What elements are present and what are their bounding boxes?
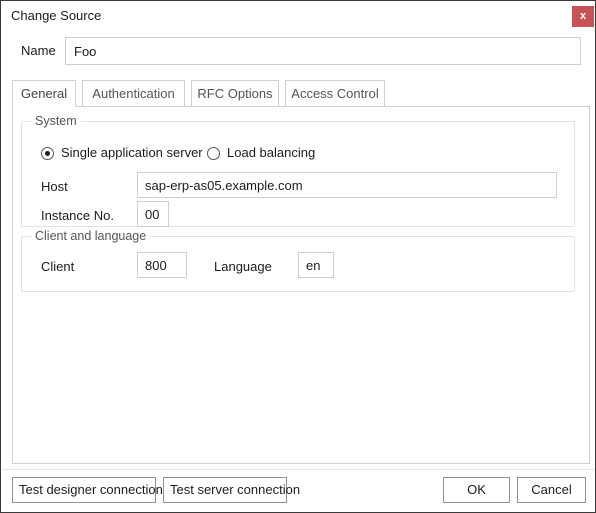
radio-indicator-load-balancing (207, 146, 220, 160)
system-group-title: System (31, 114, 81, 129)
radio-load-balancing[interactable]: Load balancing (207, 145, 315, 161)
tab-strip: General Authentication RFC Options Acces… (12, 80, 590, 107)
host-input[interactable] (137, 172, 557, 198)
radio-single-application-server[interactable]: Single application server (41, 145, 203, 161)
instance-no-input[interactable] (137, 201, 169, 227)
name-row: Name (1, 37, 595, 67)
tab-rfc-options[interactable]: RFC Options (191, 80, 279, 107)
client-language-group-title: Client and language (31, 229, 151, 244)
instance-no-label: Instance No. (41, 208, 114, 223)
host-label: Host (41, 179, 68, 194)
radio-label-single-application-server: Single application server (61, 145, 203, 160)
test-designer-connection-button[interactable]: Test designer connection (12, 477, 163, 503)
language-input[interactable] (298, 252, 334, 278)
language-label: Language (214, 259, 272, 274)
tab-access-control[interactable]: Access Control (285, 80, 385, 107)
radio-label-load-balancing: Load balancing (227, 145, 316, 160)
client-label: Client (41, 259, 75, 274)
name-input[interactable] (65, 37, 581, 65)
title-bar: Change Source x (1, 1, 595, 31)
system-groupbox: System Single application server Load ba… (21, 114, 575, 227)
client-language-groupbox: Client and language Client Language (21, 229, 575, 292)
change-source-dialog: Change Source x Name General Authenticat… (0, 0, 596, 513)
radio-indicator-single-application-server (41, 146, 54, 160)
name-label: Name (21, 43, 56, 58)
tab-authentication[interactable]: Authentication (82, 80, 185, 107)
ok-button[interactable]: OK (443, 477, 510, 503)
footer-bar: Test designer connection Test server con… (1, 470, 595, 512)
window-title: Change Source (11, 8, 102, 23)
tab-content-panel: System Single application server Load ba… (12, 106, 590, 464)
test-server-connection-button[interactable]: Test server connection (163, 477, 300, 503)
tab-general[interactable]: General (12, 80, 76, 107)
client-input[interactable] (137, 252, 187, 278)
cancel-button[interactable]: Cancel (517, 477, 586, 503)
close-icon[interactable]: x (572, 6, 594, 27)
